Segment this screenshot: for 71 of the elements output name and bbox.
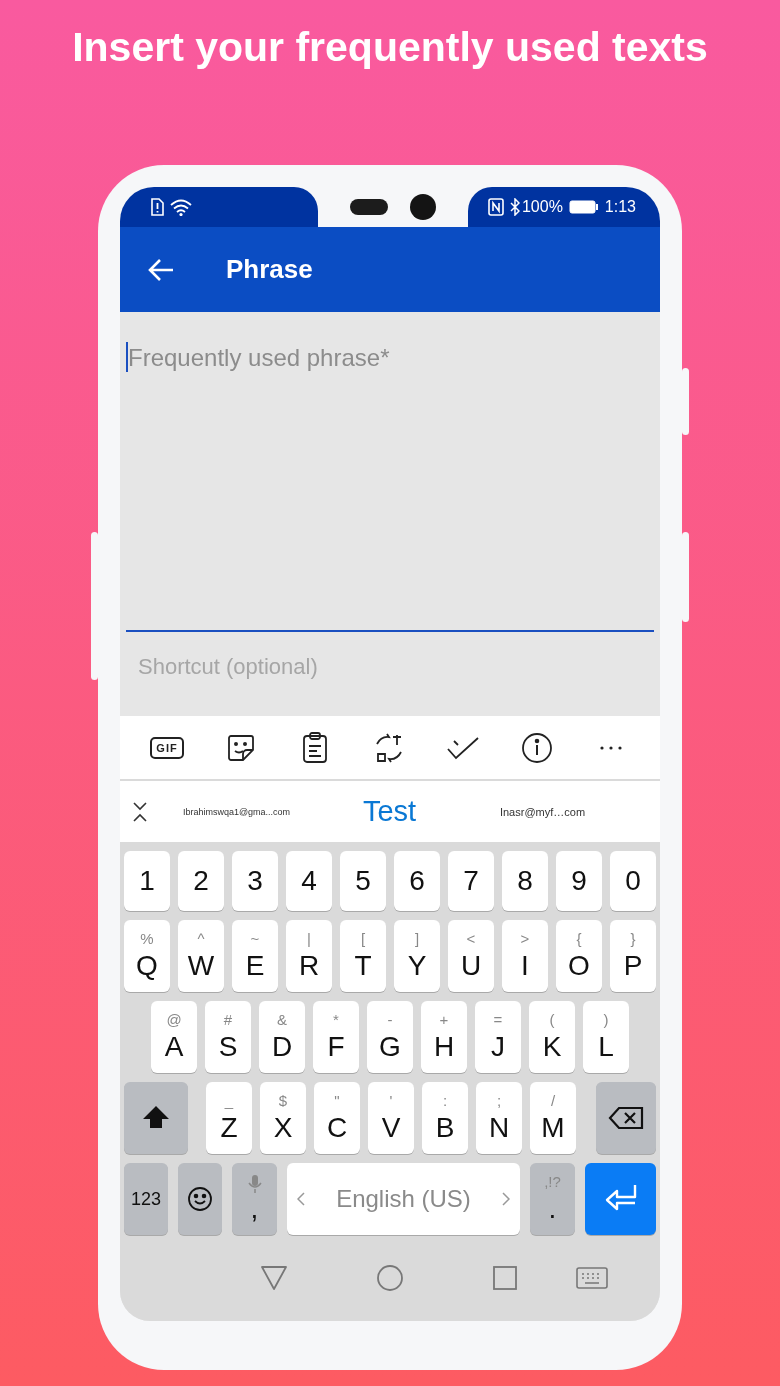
keyboard-key[interactable]: ; N: [476, 1082, 522, 1154]
info-icon: [521, 731, 553, 764]
emoji-key[interactable]: [178, 1163, 222, 1235]
keyboard-key[interactable]: % Q: [124, 920, 170, 992]
keyboard-key[interactable]: 7: [448, 851, 494, 911]
translate-icon: [373, 731, 405, 764]
suggestion[interactable]: Test: [362, 795, 417, 828]
keyboard-key[interactable]: " C: [314, 1082, 360, 1154]
keyboard-key[interactable]: > I: [502, 920, 548, 992]
headline: Insert your frequently used texts: [72, 24, 708, 71]
keyboard-key[interactable]: 4: [286, 851, 332, 911]
keyboard-key[interactable]: 2: [178, 851, 224, 911]
chevron-left-icon: [297, 1192, 305, 1206]
keyboard-key[interactable]: & D: [259, 1001, 305, 1073]
wifi-icon: [170, 198, 192, 216]
keyboard-key[interactable]: 3: [232, 851, 278, 911]
symbols-key[interactable]: 123: [124, 1163, 168, 1235]
keyboard-key[interactable]: } P: [610, 920, 656, 992]
keyboard-key[interactable]: ( K: [529, 1001, 575, 1073]
microphone-icon: [247, 1174, 262, 1194]
keyboard-key[interactable]: 1: [124, 851, 170, 911]
keyboard-key[interactable]: | R: [286, 920, 332, 992]
camera-icon: [410, 194, 436, 220]
gif-button[interactable]: GIF: [150, 736, 184, 759]
sticker-icon: [226, 732, 256, 763]
collapse-icon: [132, 800, 148, 823]
keyboard-key[interactable]: * F: [313, 1001, 359, 1073]
backspace-key[interactable]: [596, 1082, 656, 1154]
back-arrow-icon: [148, 257, 174, 282]
keyboard-key[interactable]: 0: [610, 851, 656, 911]
keyboard-key[interactable]: ) L: [583, 1001, 629, 1073]
keyboard-key[interactable]: = J: [475, 1001, 521, 1073]
keyboard-key[interactable]: { O: [556, 920, 602, 992]
screen-title: Phrase: [226, 254, 313, 285]
keyboard-key[interactable]: : B: [422, 1082, 468, 1154]
keyboard-key[interactable]: 9: [556, 851, 602, 911]
keyboard-key[interactable]: $ X: [260, 1082, 306, 1154]
keyboard-key[interactable]: 5: [340, 851, 386, 911]
backspace-icon: [608, 1106, 644, 1130]
battery-percent: 100%: [521, 198, 563, 216]
nfc-icon: [487, 198, 504, 216]
keyboard-key[interactable]: - G: [367, 1001, 413, 1073]
keyboard-key[interactable]: # S: [205, 1001, 251, 1073]
enter-key[interactable]: [585, 1163, 656, 1235]
keyboard-key[interactable]: ^ W: [178, 920, 224, 992]
keyboard-key[interactable]: < U: [448, 920, 494, 992]
more-icon: [599, 744, 623, 751]
comma-key[interactable]: ,: [232, 1163, 277, 1235]
clipboard-icon: [302, 731, 328, 764]
sim-alert-icon: [150, 198, 164, 216]
keyboard-key[interactable]: / M: [530, 1082, 576, 1154]
suggestion[interactable]: Inasr@myf…com: [499, 805, 586, 818]
clock: 1:13: [604, 198, 636, 216]
keyboard-key[interactable]: _ Z: [206, 1082, 252, 1154]
enter-icon: [603, 1185, 638, 1213]
keyboard-key[interactable]: 8: [502, 851, 548, 911]
keyboard-key[interactable]: ] Y: [394, 920, 440, 992]
smiley-icon: [187, 1186, 213, 1212]
keyboard-key[interactable]: ~ E: [232, 920, 278, 992]
keyboard-key[interactable]: @ A: [151, 1001, 197, 1073]
keyboard-key[interactable]: [ T: [340, 920, 386, 992]
keyboard-key[interactable]: 6: [394, 851, 440, 911]
keyboard-key[interactable]: ' V: [368, 1082, 414, 1154]
battery-icon: [568, 200, 599, 214]
bluetooth-icon: [509, 198, 520, 216]
keyboard-key[interactable]: + H: [421, 1001, 467, 1073]
chevron-right-icon: [502, 1192, 510, 1206]
suggestion[interactable]: Ibrahimswqa1@gma...com: [182, 806, 291, 817]
earpiece-icon: [350, 199, 388, 215]
period-key[interactable]: ,!? .: [530, 1163, 575, 1235]
shift-key[interactable]: [124, 1082, 188, 1154]
